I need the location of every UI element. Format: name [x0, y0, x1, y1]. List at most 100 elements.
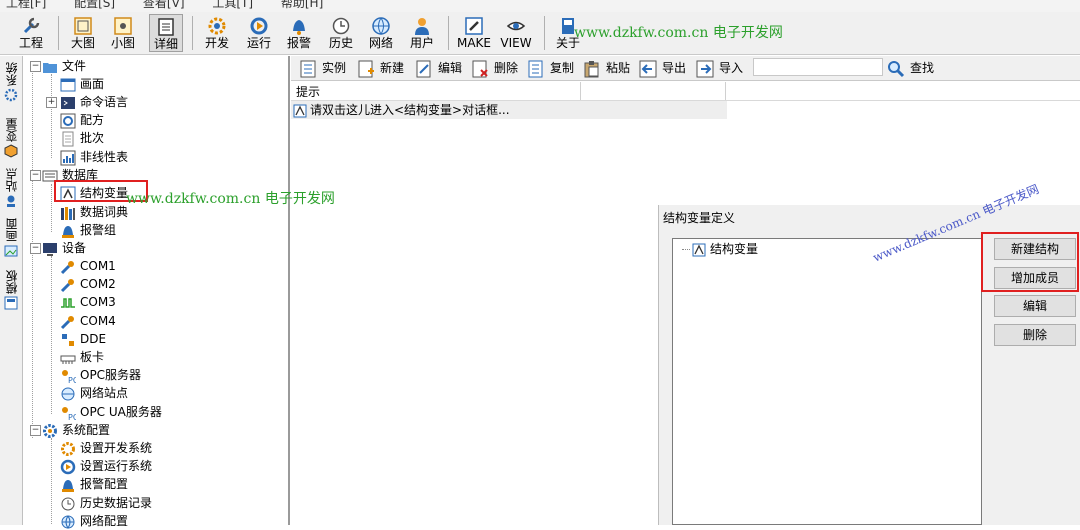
screen-icon [60, 78, 76, 91]
tree-node-command-language[interactable]: + 命令语言 [46, 93, 128, 111]
tree-node-recipe[interactable]: 配方 [60, 111, 104, 129]
import-button[interactable]: 导入 [696, 58, 743, 78]
user-label: 用户 [409, 36, 434, 50]
alarm-button[interactable]: 报警 [284, 14, 314, 52]
tree-node-nonlinear-table[interactable]: 非线性表 [60, 148, 128, 166]
tab-system-label: 系统 [4, 62, 19, 86]
gear-icon [4, 88, 18, 102]
tree-node-com4[interactable]: COM4 [60, 312, 116, 330]
delete-button[interactable]: 删除 [471, 58, 518, 78]
alarm-label: 报警 [286, 36, 311, 50]
highlight-dialog-buttons [981, 232, 1079, 292]
export-button[interactable]: 导出 [639, 58, 686, 78]
project-button[interactable]: 工程 [14, 14, 48, 52]
history-button[interactable]: 历史 [324, 14, 358, 52]
tree-node-opc-ua-server[interactable]: PC OPC UA服务器 [60, 403, 162, 421]
tab-variables[interactable]: 变量 [2, 118, 20, 160]
globe-icon [372, 17, 390, 35]
tree-node-com2[interactable]: COM2 [60, 275, 116, 293]
tree-node-device[interactable]: − 设备 [30, 239, 86, 257]
tree-node-set-run-sys[interactable]: 设置运行系统 [60, 457, 152, 475]
board-icon [60, 355, 76, 364]
menu-config[interactable]: 配置[S] [74, 0, 115, 10]
tree-node-set-dev-sys[interactable]: 设置开发系统 [60, 439, 152, 457]
tree-node-board[interactable]: 板卡 [60, 348, 104, 366]
new-icon [358, 60, 374, 77]
menu-view[interactable]: 查看[V] [143, 0, 185, 10]
tab-system[interactable]: 系统 [2, 62, 20, 104]
opc-icon: PC [62, 369, 76, 384]
expand-icon[interactable]: + [46, 97, 57, 108]
large-icons-label: 大图 [70, 36, 95, 50]
develop-button[interactable]: 开发 [200, 14, 234, 52]
tree-node-alarm-config[interactable]: 报警配置 [60, 475, 128, 493]
svg-text:PC: PC [68, 376, 76, 384]
tree-node-com3[interactable]: COM3 [60, 293, 116, 311]
view-button[interactable]: VIEW [498, 14, 534, 52]
monitor-icon [43, 242, 57, 256]
tree-node-opc-server[interactable]: PC OPC服务器 [60, 366, 141, 384]
edit-button[interactable]: 编辑 [415, 58, 462, 78]
recipe-icon [60, 113, 76, 128]
user-button[interactable]: 用户 [405, 14, 439, 52]
struct-tree-root[interactable]: 结构变量 [682, 240, 758, 258]
network-button[interactable]: 网络 [364, 14, 398, 52]
tree-node-alarm-group[interactable]: 报警组 [60, 221, 116, 239]
collapse-icon[interactable]: − [30, 425, 41, 436]
column-header-hint[interactable]: 提示 [296, 83, 320, 100]
tab-templates[interactable]: 模板 [2, 270, 20, 312]
tree-node-dde[interactable]: DDE [60, 330, 106, 348]
copy-button[interactable]: 复制 [527, 58, 574, 78]
menu-help[interactable]: 帮助[H] [281, 0, 323, 10]
search-input[interactable] [753, 58, 883, 76]
alarm-group-icon [62, 225, 74, 238]
delete-icon [472, 60, 488, 77]
station-icon [7, 195, 15, 207]
serial-port-icon [60, 278, 74, 292]
collapse-icon[interactable]: − [30, 243, 41, 254]
run-icon [250, 17, 268, 35]
large-icons-button[interactable]: 大图 [68, 14, 98, 52]
cube-icon [4, 144, 18, 158]
details-label: 详细 [153, 37, 178, 51]
details-button[interactable]: 详细 [149, 14, 183, 52]
struct-icon [692, 243, 706, 256]
paste-button[interactable]: 粘贴 [583, 58, 630, 78]
tab-screens[interactable]: 画面 [2, 218, 20, 260]
tree-node-file[interactable]: − 文件 [30, 57, 86, 75]
document-icon [62, 131, 74, 146]
gear-icon [208, 17, 226, 35]
tab-stations[interactable]: 站点 [2, 168, 20, 210]
tree-node-batch[interactable]: 批次 [60, 129, 104, 147]
svg-text:PC: PC [68, 413, 76, 421]
make-button[interactable]: MAKE [455, 14, 493, 52]
delete-struct-button[interactable]: 删除 [994, 324, 1076, 346]
tree-node-history-record[interactable]: 历史数据记录 [60, 494, 152, 512]
menu-project[interactable]: 工程[F] [6, 0, 46, 10]
struct-icon [293, 104, 307, 117]
side-tab-bar: 系统 变量 站点 画面 模板 [0, 56, 23, 525]
run-label: 运行 [246, 36, 271, 50]
chart-icon [60, 150, 76, 165]
tree-node-com1[interactable]: COM1 [60, 257, 116, 275]
tree-node-net-config[interactable]: 网络配置 [60, 512, 128, 530]
menu-tools[interactable]: 工具[T] [212, 0, 253, 10]
list-item[interactable]: 请双击这儿进入<结构变量>对话框... [291, 101, 727, 119]
tree-node-screen[interactable]: 画面 [60, 75, 104, 93]
list-header: 提示 [291, 82, 1080, 101]
instance-button[interactable]: 实例 [299, 58, 346, 78]
small-icons-button[interactable]: 小图 [108, 14, 138, 52]
collapse-icon[interactable]: − [30, 61, 41, 72]
tab-templates-label: 模板 [4, 270, 19, 294]
develop-label: 开发 [204, 36, 229, 50]
pencil-icon [465, 17, 483, 35]
run-button[interactable]: 运行 [242, 14, 276, 52]
tree-node-sys-config[interactable]: − 系统配置 [30, 421, 110, 439]
new-button[interactable]: 新建 [357, 58, 404, 78]
tree-node-net-station[interactable]: 网络站点 [60, 384, 128, 402]
edit-struct-button[interactable]: 编辑 [994, 295, 1076, 317]
find-button[interactable]: 查找 [887, 58, 934, 78]
view-label: VIEW [500, 36, 532, 50]
tree-node-data-dict[interactable]: 数据词典 [60, 203, 128, 221]
collapse-icon[interactable]: − [30, 170, 41, 181]
